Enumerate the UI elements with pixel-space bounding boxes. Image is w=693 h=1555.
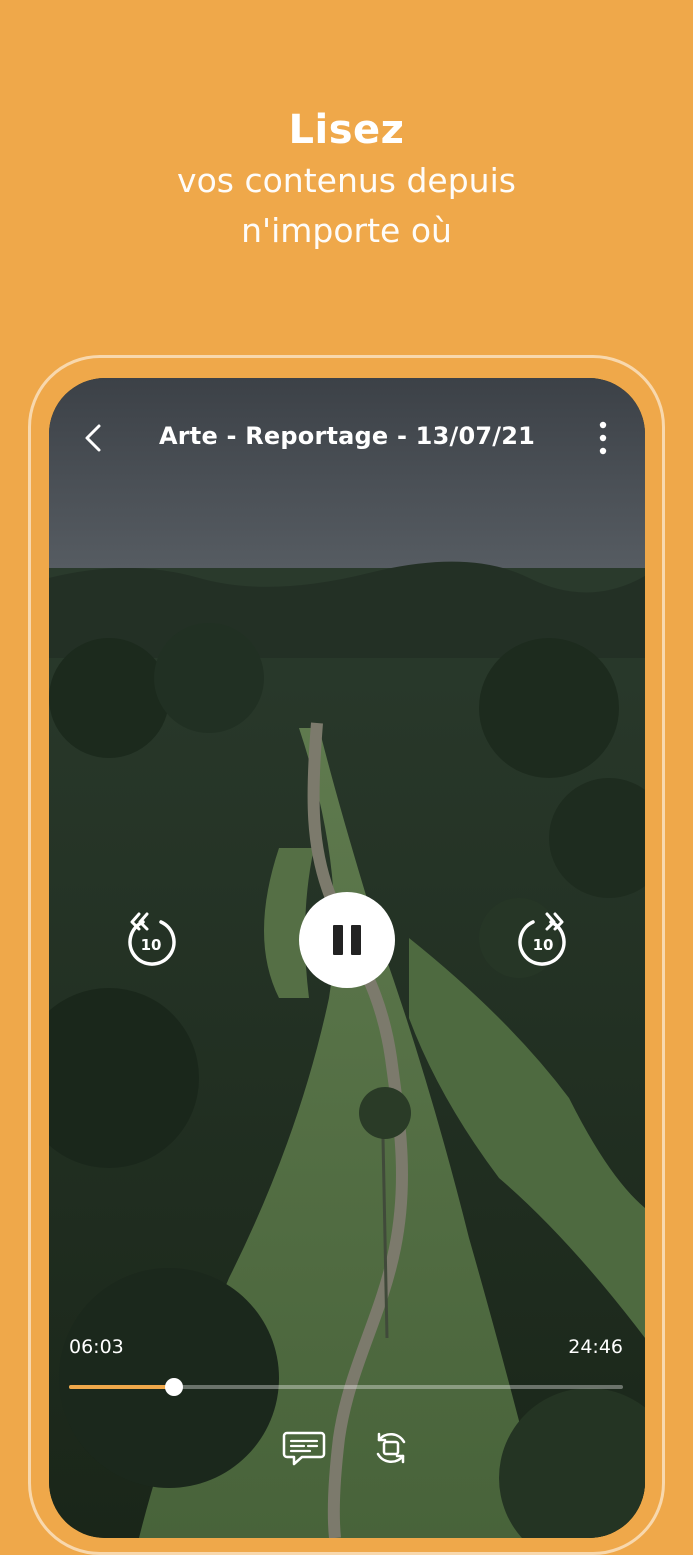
chevron-left-icon[interactable] [75, 418, 111, 458]
screen-rotate-icon[interactable] [371, 1428, 411, 1468]
elapsed-time: 06:03 [69, 1336, 124, 1358]
promo-heading: Lisez vos contenus depuis n'importe où [0, 104, 693, 256]
progress-fill [69, 1385, 175, 1389]
total-time: 24:46 [568, 1336, 623, 1358]
forward-10-button[interactable]: 10 [513, 910, 573, 972]
subtitles-icon[interactable] [282, 1428, 326, 1468]
rewind-seconds-label: 10 [140, 936, 162, 954]
promo-title: Lisez [288, 107, 405, 153]
video-title: Arte - Reportage - 13/07/21 [158, 422, 536, 450]
rewind-10-button[interactable]: 10 [121, 910, 181, 972]
video-player-screen[interactable]: Arte - Reportage - 13/07/21 10 10 06:03 … [49, 378, 645, 1538]
promo-subtitle-line-2: n'importe où [241, 211, 452, 250]
progress-bar[interactable] [69, 1378, 623, 1396]
forward-seconds-label: 10 [532, 936, 554, 954]
player-top-bar: Arte - Reportage - 13/07/21 [49, 378, 645, 498]
playback-controls: 10 10 [49, 888, 645, 998]
pause-button[interactable] [299, 892, 395, 988]
more-vertical-icon[interactable] [589, 418, 617, 458]
promo-subtitle-line-1: vos contenus depuis [177, 161, 516, 200]
